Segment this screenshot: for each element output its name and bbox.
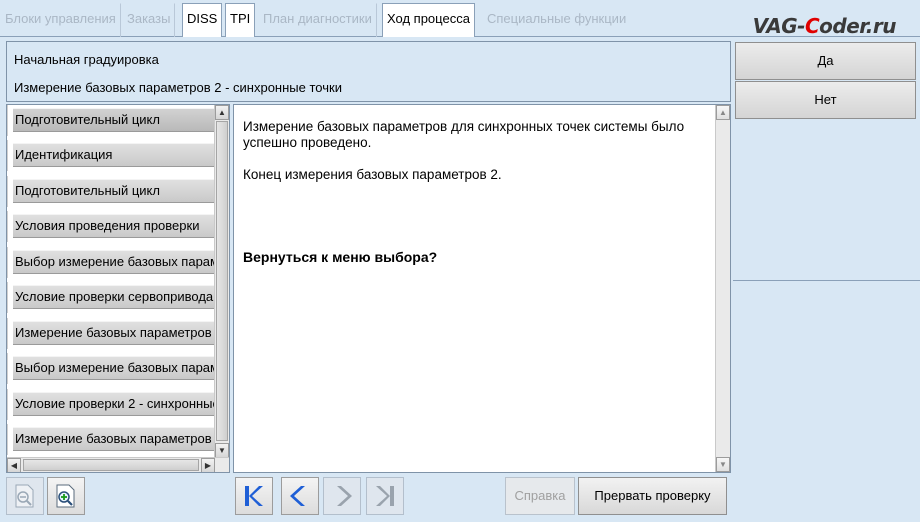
zoom-in-button[interactable] — [47, 477, 85, 515]
scroll-left-arrow-icon[interactable]: ◀ — [7, 458, 21, 472]
scroll-right-arrow-icon[interactable]: ▶ — [201, 458, 215, 472]
scroll-up-arrow-icon[interactable]: ▲ — [215, 105, 229, 120]
step-label: Подготовительный цикл — [13, 179, 218, 203]
step-label: Идентификация — [13, 143, 218, 167]
procedure-header: Начальная градуировка Измерение базовых … — [6, 41, 731, 102]
step-item[interactable]: Условие проверки сервопривода — [7, 282, 218, 313]
tab-diagnostic-plan[interactable]: План диагностики — [258, 3, 377, 37]
scroll-down-arrow-icon[interactable]: ▼ — [215, 443, 229, 458]
brand-watermark: VAG-Coder.ru — [752, 14, 897, 38]
divider — [733, 280, 920, 281]
scrollbar-corner — [216, 458, 229, 472]
step-items: Подготовительный цикл Идентификация Подг… — [7, 105, 218, 458]
abort-test-button[interactable]: Прервать проверку — [578, 477, 727, 515]
step-label: Условия проведения проверки — [13, 214, 218, 238]
nav-last-button[interactable] — [366, 477, 404, 515]
tab-bar: Блоки управления Заказы DISS TPI План ди… — [0, 0, 920, 38]
scroll-down-arrow-icon[interactable]: ▼ — [716, 457, 730, 472]
help-button[interactable]: Справка — [505, 477, 575, 515]
chevron-left-icon — [290, 486, 305, 506]
tab-tpi[interactable]: TPI — [225, 3, 256, 37]
nav-next-button[interactable] — [323, 477, 361, 515]
tab-special-functions[interactable]: Специальные функции — [482, 3, 631, 37]
step-item[interactable]: Условия проведения проверки — [7, 211, 218, 242]
skip-first-icon — [245, 486, 263, 506]
step-label: Измерение базовых параметров — [13, 321, 218, 345]
answer-panel: Да Нет — [733, 40, 920, 522]
message-pane: Измерение базовых параметров для синхрон… — [233, 104, 731, 473]
procedure-title: Начальная градуировка — [14, 52, 159, 67]
step-item[interactable]: Идентификация — [7, 140, 218, 171]
yes-button[interactable]: Да — [735, 42, 916, 80]
step-list-horizontal-scrollbar[interactable]: ◀ ▶ — [7, 457, 229, 472]
nav-previous-button[interactable] — [281, 477, 319, 515]
step-item[interactable]: Подготовительный цикл — [7, 176, 218, 207]
zoom-in-icon — [56, 484, 75, 508]
procedure-subtitle: Измерение базовых параметров 2 - синхрон… — [14, 80, 342, 95]
step-list: Подготовительный цикл Идентификация Подг… — [6, 104, 230, 473]
message-question: Вернуться к меню выбора? — [243, 249, 438, 265]
step-label: Выбор измерение базовых параметров — [13, 250, 218, 274]
step-item[interactable]: Выбор измерение базовых параметров — [7, 353, 218, 384]
zoom-out-button[interactable] — [6, 477, 44, 515]
scroll-up-arrow-icon[interactable]: ▲ — [716, 105, 730, 120]
step-label: Выбор измерение базовых параметров — [13, 356, 218, 380]
step-list-vertical-scrollbar[interactable]: ▲ ▼ — [214, 105, 229, 458]
tab-process[interactable]: Ход процесса — [382, 3, 475, 37]
scrollbar-thumb[interactable] — [23, 459, 199, 471]
message-result-text: Измерение базовых параметров для синхрон… — [243, 119, 685, 150]
step-item[interactable]: Условие проверки 2 - синхронные точки — [7, 389, 218, 420]
message-vertical-scrollbar[interactable]: ▲ ▼ — [715, 105, 730, 472]
tab-control-units[interactable]: Блоки управления — [0, 3, 121, 37]
zoom-out-icon — [15, 484, 34, 508]
step-label: Условие проверки сервопривода — [13, 285, 218, 309]
scrollbar-thumb[interactable] — [216, 121, 228, 441]
tab-orders[interactable]: Заказы — [122, 3, 176, 37]
bottom-toolbar: Справка Прервать проверку — [0, 474, 733, 522]
step-label: Подготовительный цикл — [13, 108, 218, 132]
step-item[interactable]: Подготовительный цикл — [7, 105, 218, 136]
no-button[interactable]: Нет — [735, 81, 916, 119]
chevron-right-icon — [337, 486, 352, 506]
step-label: Условие проверки 2 - синхронные точки — [13, 392, 218, 416]
tab-diss[interactable]: DISS — [182, 3, 223, 37]
step-item[interactable]: Измерение базовых параметров — [7, 318, 218, 349]
message-end-text: Конец измерения базовых параметров 2. — [243, 167, 502, 182]
step-item[interactable]: Выбор измерение базовых параметров — [7, 247, 218, 278]
step-item[interactable]: Измерение базовых параметров — [7, 424, 218, 455]
skip-last-icon — [376, 486, 394, 506]
step-label: Измерение базовых параметров — [13, 427, 218, 451]
nav-first-button[interactable] — [235, 477, 273, 515]
